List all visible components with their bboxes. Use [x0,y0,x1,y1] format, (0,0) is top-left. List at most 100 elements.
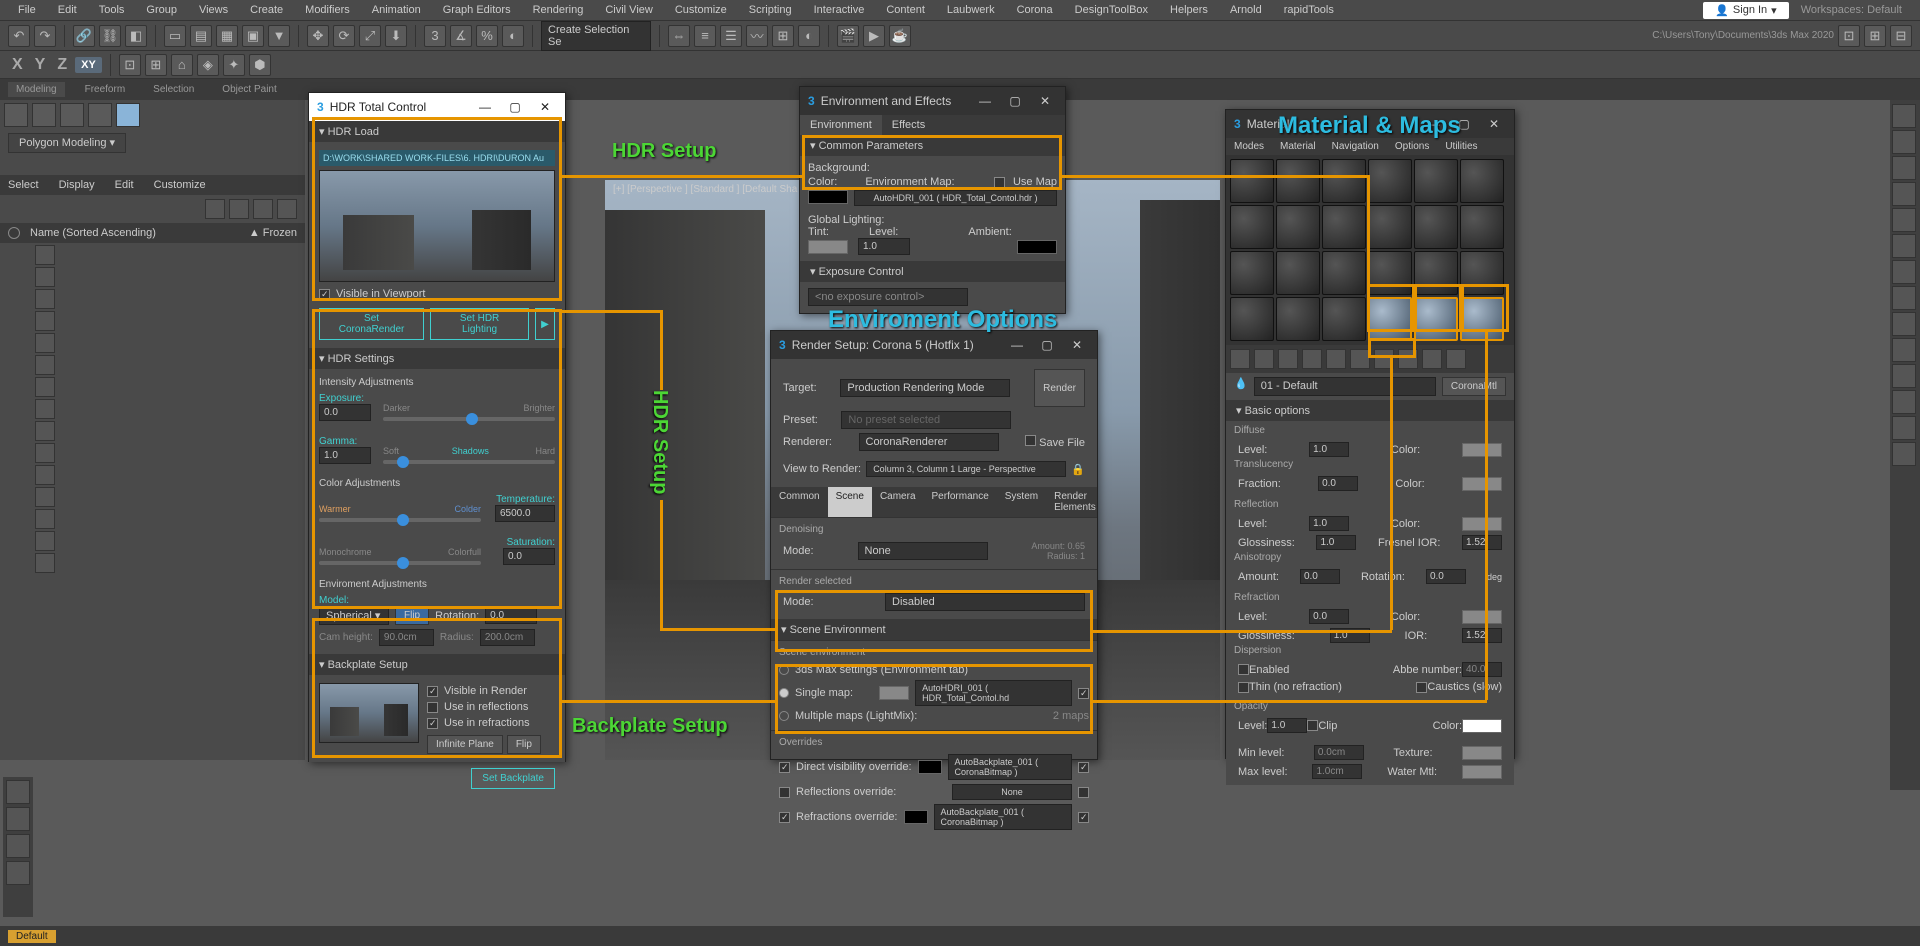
rotate-icon[interactable]: ⟳ [333,25,355,47]
lt-1[interactable] [4,103,28,127]
single-color[interactable] [879,686,909,700]
mat-slot-24[interactable] [1460,297,1504,341]
bt-3[interactable] [6,834,30,858]
layers-icon[interactable]: ☰ [720,25,742,47]
savefile-check[interactable] [1025,435,1036,446]
temperature-slider[interactable] [319,518,481,522]
bind-icon[interactable]: ◧ [125,25,147,47]
mat-slot-3[interactable] [1322,159,1366,203]
workspaces-dropdown[interactable]: Workspaces: Default [1791,4,1912,16]
opt-3dsmax[interactable] [779,665,789,675]
flip-back-button[interactable]: Flip [507,735,541,754]
vis-render-check[interactable] [427,686,438,697]
menu-rapidtools[interactable]: rapidTools [1274,2,1344,18]
use-refl-check[interactable] [427,702,438,713]
refl-map[interactable]: None [952,784,1072,800]
eyedropper-icon[interactable]: 💧 [1234,377,1248,396]
menu-content[interactable]: Content [876,2,935,18]
set-lighting-button[interactable]: Set HDR Lighting [430,308,529,340]
mat-slot-6[interactable] [1460,159,1504,203]
mat-type-button[interactable]: CoronaMtl [1442,377,1506,396]
exposure-input[interactable] [319,404,371,421]
redo-icon[interactable]: ↷ [34,25,56,47]
water-slot[interactable] [1462,765,1502,779]
angle-snap-icon[interactable]: ∡ [450,25,472,47]
material-ed-icon[interactable]: ◐ [798,25,820,47]
select-name-icon[interactable]: ▤ [190,25,212,47]
env-min-icon[interactable]: — [973,91,997,111]
rib-ico-4[interactable]: ◈ [197,54,219,76]
rt-11[interactable] [1892,364,1916,388]
rt-5[interactable] [1892,208,1916,232]
mt-4[interactable] [1302,349,1322,369]
menu-interactive[interactable]: Interactive [804,2,875,18]
spinner-snap-icon[interactable]: ◐ [502,25,524,47]
render-frame-icon[interactable]: ▶ [863,25,885,47]
use-refr-check[interactable] [427,718,438,729]
refr-on[interactable] [1078,812,1089,823]
rt-7[interactable] [1892,260,1916,284]
mat-slot-19[interactable] [1230,297,1274,341]
refl-gloss[interactable] [1316,535,1356,550]
temperature-input[interactable] [495,505,555,522]
saturation-input[interactable] [503,548,555,565]
thin-chk[interactable] [1238,682,1249,693]
scale-icon[interactable]: ⤢ [359,25,381,47]
refr-ior[interactable] [1462,628,1502,643]
mat-slot-10[interactable] [1368,205,1412,249]
rt-14[interactable] [1892,442,1916,466]
model-dropdown[interactable]: Spherical ▾ [319,606,389,625]
common-params-rollout[interactable]: ▾ Common Parameters [800,135,1065,156]
mt-3[interactable] [1278,349,1298,369]
play-button[interactable]: ▶ [535,308,555,340]
se-name-header[interactable]: Name (Sorted Ascending) [30,227,156,239]
lt-vert[interactable] [116,103,140,127]
unlink-icon[interactable]: ⛓ [99,25,121,47]
opacity-color[interactable] [1462,719,1502,733]
rs-min-icon[interactable]: — [1005,335,1029,355]
lt-3[interactable] [60,103,84,127]
tab-relem[interactable]: Render Elements [1046,487,1104,517]
dirvis-chk[interactable] [779,762,790,773]
se-display[interactable]: Display [59,179,95,191]
mat-slot-21[interactable] [1322,297,1366,341]
maxlevel-input[interactable] [1312,764,1362,779]
viewrender-dropdown[interactable]: Column 3, Column 1 Large - Perspective [866,461,1066,477]
tab-objectpaint[interactable]: Object Paint [214,82,284,97]
se-ico-1[interactable] [35,245,55,265]
rib-ico-3[interactable]: ⌂ [171,54,193,76]
lock-icon[interactable]: 🔒 [1071,463,1085,476]
rt-13[interactable] [1892,416,1916,440]
mat-slot-23[interactable] [1414,297,1458,341]
refl-chk[interactable] [779,787,790,798]
undo-icon[interactable]: ↶ [8,25,30,47]
aniso-rot[interactable] [1426,569,1466,584]
trans-fraction[interactable] [1318,476,1358,491]
rt-3[interactable] [1892,156,1916,180]
se-toggle-icon[interactable] [8,227,20,239]
tint-swatch[interactable] [808,240,848,254]
se-ico-13[interactable] [35,509,55,529]
mat-slot-22[interactable] [1368,297,1412,341]
set-backplate-button[interactable]: Set Backplate [471,768,555,789]
aniso-amount[interactable] [1300,569,1340,584]
rib-ico-5[interactable]: ✦ [223,54,245,76]
env-max-icon[interactable]: ▢ [1003,91,1027,111]
select-win-icon[interactable]: ▣ [242,25,264,47]
se-ico-8[interactable] [35,399,55,419]
minlevel-input[interactable] [1314,745,1364,760]
preset-dropdown[interactable]: No preset selected [841,411,1011,429]
scene-env-rollout[interactable]: ▾ Scene Environment [771,619,1097,640]
single-map[interactable]: AutoHDRI_001 ( HDR_Total_Contol.hd [915,680,1072,706]
menu-animation[interactable]: Animation [362,2,431,18]
se-search-icon[interactable] [229,199,249,219]
fresnel-ior[interactable] [1462,535,1502,550]
infinite-plane-button[interactable]: Infinite Plane [427,735,503,754]
axis-y[interactable]: Y [35,56,46,74]
se-ico-7[interactable] [35,377,55,397]
menu-rendering[interactable]: Rendering [523,2,594,18]
se-list-icon[interactable] [277,199,297,219]
tab-freeform[interactable]: Freeform [77,82,134,97]
tab-selection[interactable]: Selection [145,82,202,97]
env-map-button[interactable]: AutoHDRI_001 ( HDR_Total_Contol.hdr ) [854,190,1057,206]
